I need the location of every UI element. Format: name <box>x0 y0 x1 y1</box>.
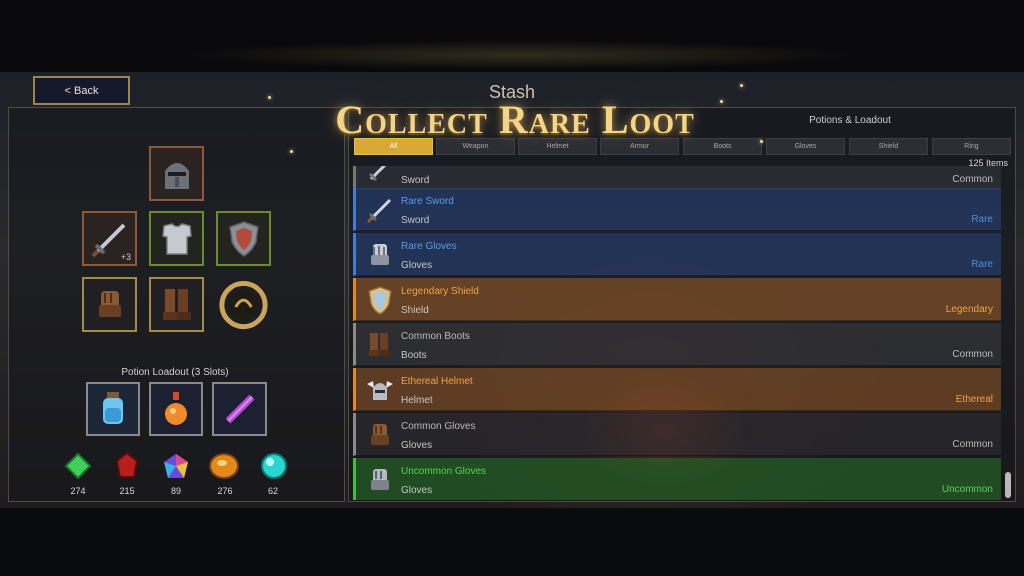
potion-slot-2[interactable] <box>149 382 203 436</box>
title-glow <box>180 40 860 70</box>
orange-potion-icon <box>165 392 187 425</box>
amber-gem-icon <box>208 450 240 482</box>
ring-slot[interactable] <box>216 277 271 332</box>
sparkle <box>740 84 743 87</box>
prismatic-gem-icon <box>160 450 192 482</box>
list-scrollbar[interactable] <box>1004 168 1012 498</box>
tab-shield[interactable]: Shield <box>849 138 928 155</box>
stash-item-list: Sword Common Rare Sword Sword Rare Rare … <box>353 166 1001 500</box>
sword-icon <box>364 166 396 186</box>
sparkle <box>290 150 293 153</box>
scrollbar-thumb[interactable] <box>1005 472 1011 498</box>
glove-icon <box>364 419 396 451</box>
gem-count: 62 <box>267 486 278 496</box>
gloves-slot[interactable] <box>82 277 137 332</box>
item-type: Gloves <box>401 260 433 271</box>
item-name: Ethereal Helmet <box>401 376 473 387</box>
gauntlet-icon <box>364 464 396 496</box>
item-name: Uncommon Gloves <box>401 466 487 477</box>
item-name: Common Boots <box>401 331 470 342</box>
item-rarity: Uncommon <box>941 484 993 495</box>
item-rarity: Common <box>952 174 993 185</box>
item-type: Sword <box>401 215 430 226</box>
sparkle <box>760 140 763 143</box>
sparkle <box>268 96 271 99</box>
sword-icon <box>364 194 396 226</box>
shield-slot[interactable] <box>216 211 271 266</box>
potion-slot-3[interactable] <box>212 382 267 436</box>
gem-count: 274 <box>70 486 86 496</box>
item-name: Legendary Shield <box>401 286 479 297</box>
item-rarity: Common <box>952 349 993 360</box>
list-item[interactable]: Rare Sword Sword Rare <box>353 188 1001 231</box>
gem-count: 215 <box>119 486 135 496</box>
item-type: Sword <box>401 175 430 186</box>
helmet-slot[interactable] <box>149 146 204 201</box>
winged-helmet-icon <box>364 374 396 406</box>
red-gem-icon <box>111 450 143 482</box>
gauntlet-icon <box>364 239 396 271</box>
list-item[interactable]: Ethereal Helmet Helmet Ethereal <box>353 368 1001 411</box>
list-item[interactable]: Common Gloves Gloves Common <box>353 413 1001 456</box>
item-rarity: Legendary <box>945 304 993 315</box>
chestplate-icon <box>161 222 192 255</box>
item-type: Boots <box>401 350 427 361</box>
item-name: Rare Sword <box>401 196 454 207</box>
item-type: Shield <box>401 305 429 316</box>
item-rarity: Ethereal <box>955 394 993 405</box>
blue-potion-icon <box>103 392 123 424</box>
boots-icon <box>364 329 396 361</box>
bottom-letterbox <box>0 508 1024 576</box>
glove-icon <box>98 290 121 317</box>
back-button[interactable]: < Back <box>33 76 130 105</box>
item-type: Gloves <box>401 485 433 496</box>
list-item[interactable]: Common Boots Boots Common <box>353 323 1001 366</box>
green-gem-icon <box>62 450 94 482</box>
item-rarity: Rare <box>971 214 993 225</box>
gem-count: 89 <box>170 486 181 496</box>
tab-ring[interactable]: Ring <box>932 138 1011 155</box>
potion-loadout-label: Potion Loadout (3 Slots) <box>121 367 229 378</box>
knight-helmet-icon <box>164 162 189 189</box>
list-item[interactable]: Rare Gloves Gloves Rare <box>353 233 1001 276</box>
item-name: Rare Gloves <box>401 241 457 252</box>
item-name: Common Gloves <box>401 421 476 432</box>
potions-loadout-label: Potions & Loadout <box>809 115 891 126</box>
boots-icon <box>162 288 191 320</box>
item-type: Gloves <box>401 440 433 451</box>
shield-icon <box>228 220 259 257</box>
potion-slot-1[interactable] <box>86 382 140 436</box>
upgrade-level: +3 <box>120 252 131 262</box>
purple-scroll-icon <box>225 394 254 424</box>
armor-slot[interactable] <box>149 211 204 266</box>
gem-count: 276 <box>217 486 233 496</box>
ring-icon <box>219 280 268 329</box>
boots-slot[interactable] <box>149 277 204 332</box>
item-rarity: Common <box>952 439 993 450</box>
shield-icon <box>364 284 396 316</box>
list-item[interactable]: Legendary Shield Shield Legendary <box>353 278 1001 321</box>
item-rarity: Rare <box>971 259 993 270</box>
list-item[interactable]: Uncommon Gloves Gloves Uncommon <box>353 458 1001 500</box>
promo-title: Collect Rare Loot <box>335 97 695 142</box>
weapon-slot[interactable]: +3 <box>82 211 137 266</box>
sparkle <box>720 100 723 103</box>
cyan-orb-icon <box>258 450 290 482</box>
item-type: Helmet <box>401 395 433 406</box>
